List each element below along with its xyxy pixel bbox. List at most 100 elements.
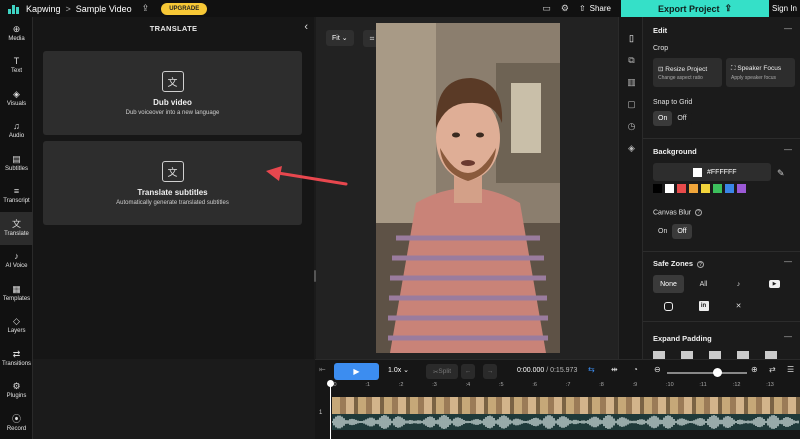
collapse-safe-zones-icon[interactable]: — bbox=[784, 257, 792, 266]
color-swatch[interactable] bbox=[713, 184, 722, 193]
copy-tab-icon[interactable]: ⧉ bbox=[619, 49, 644, 71]
keyframe-icon[interactable]: ⇆ bbox=[588, 365, 595, 374]
rail-item-media[interactable]: ⊕ Media bbox=[0, 17, 33, 50]
rail-item-translate[interactable]: 文 Translate bbox=[0, 212, 33, 245]
linkedin-icon[interactable]: in bbox=[688, 297, 719, 315]
export-project-button[interactable]: Export Project ⇪ bbox=[621, 0, 769, 17]
layers-tab-icon[interactable]: ◈ bbox=[619, 137, 644, 159]
rail-item-audio[interactable]: ♫ Audio bbox=[0, 115, 33, 148]
collapse-edit-icon[interactable]: — bbox=[784, 24, 792, 33]
video-track-clip[interactable] bbox=[332, 397, 800, 414]
frame-tab-icon[interactable]: ▢ bbox=[619, 93, 644, 115]
snap-to-grid-toggle[interactable]: On Off bbox=[653, 111, 692, 126]
share-button[interactable]: ⇧ Share bbox=[579, 4, 611, 13]
pad-right-icon[interactable] bbox=[737, 351, 749, 359]
dub-video-card[interactable]: 文 Dub video Dub voiceover into a new lan… bbox=[43, 51, 302, 135]
transitions-icon: ⇄ bbox=[12, 348, 21, 359]
collapse-background-icon[interactable]: — bbox=[784, 145, 792, 154]
color-swatch[interactable] bbox=[725, 184, 734, 193]
playhead-handle[interactable] bbox=[327, 380, 334, 387]
zoom-out-icon[interactable]: ⊖ bbox=[654, 365, 661, 374]
eyedropper-icon[interactable]: ✎ bbox=[777, 168, 785, 179]
rail-item-transcript[interactable]: ≡ Transcript bbox=[0, 180, 33, 213]
brand-name[interactable]: Kapwing bbox=[26, 4, 61, 14]
play-button[interactable]: ▶ bbox=[334, 363, 379, 380]
fit-timeline-icon[interactable]: ⇹ bbox=[611, 365, 618, 374]
rail-item-label: Visuals bbox=[6, 100, 27, 107]
info-icon[interactable]: ? bbox=[697, 260, 705, 268]
split-button[interactable]: ✂ Split bbox=[426, 364, 458, 379]
color-swatch[interactable] bbox=[665, 184, 674, 193]
edit-tab-icon[interactable]: ▯ bbox=[619, 27, 644, 49]
timer-tab-icon[interactable]: ◷ bbox=[619, 115, 644, 137]
rail-item-plugins[interactable]: ⚙ Plugins bbox=[0, 375, 33, 408]
divider bbox=[643, 321, 800, 322]
rail-item-subtitles[interactable]: ▤ Subtitles bbox=[0, 147, 33, 180]
rail-item-text[interactable]: T Text bbox=[0, 50, 33, 83]
blur-off-option[interactable]: Off bbox=[672, 224, 692, 239]
speaker-focus-button[interactable]: ⛶ Speaker Focus Apply speaker focus bbox=[726, 58, 795, 87]
timeline-menu-icon[interactable]: ☰ bbox=[787, 365, 794, 374]
rail-item-templates[interactable]: ▦ Templates bbox=[0, 277, 33, 310]
loop-icon[interactable]: ◔ bbox=[633, 365, 638, 374]
color-swatch[interactable] bbox=[677, 184, 686, 193]
instagram-icon[interactable] bbox=[653, 297, 684, 315]
rail-item-transitions[interactable]: ⇄ Transitions bbox=[0, 342, 33, 375]
sign-in-link[interactable]: Sign In bbox=[769, 4, 800, 13]
zoom-slider-knob[interactable] bbox=[713, 368, 722, 377]
rail-item-label: Transcript bbox=[3, 198, 30, 205]
playhead-line[interactable] bbox=[330, 382, 331, 439]
blur-on-option[interactable]: On bbox=[653, 224, 672, 239]
background-color-field[interactable]: #FFFFFF bbox=[653, 163, 771, 181]
audio-waveform[interactable] bbox=[332, 414, 800, 430]
rail-item-layers[interactable]: ◇ Layers bbox=[0, 310, 33, 343]
snap-on-option[interactable]: On bbox=[653, 111, 673, 126]
x-icon[interactable]: ✕ bbox=[723, 297, 754, 315]
ruler-tick-label: :12 bbox=[732, 382, 741, 388]
rail-item-visuals[interactable]: ◈ Visuals bbox=[0, 82, 33, 115]
color-swatch[interactable] bbox=[701, 184, 710, 193]
redo-button[interactable]: → bbox=[483, 364, 497, 379]
safe-zone-none[interactable]: None bbox=[653, 275, 684, 293]
project-name[interactable]: Sample Video bbox=[76, 4, 132, 14]
dub-video-subtitle: Dub voiceover into a new language bbox=[125, 109, 220, 116]
undo-button[interactable]: ← bbox=[461, 364, 475, 379]
sidebar-tab-icon[interactable]: ▥ bbox=[619, 71, 644, 93]
pad-left-icon[interactable] bbox=[681, 351, 693, 359]
properties-tab-column: ▯ ⧉ ▥ ▢ ◷ ◈ bbox=[618, 17, 643, 359]
snap-off-option[interactable]: Off bbox=[672, 111, 691, 126]
color-swatch[interactable] bbox=[689, 184, 698, 193]
time-ruler[interactable]: :0:1:2:3:4:5:6:7:8:9:10:11:12:13:14 bbox=[332, 382, 800, 394]
resize-project-button[interactable]: ⊡ Resize Project Change aspect ratio bbox=[653, 58, 722, 87]
zoom-slider-track[interactable] bbox=[667, 372, 747, 374]
upgrade-button[interactable]: UPGRADE bbox=[161, 2, 208, 15]
zoom-in-icon[interactable]: ⊕ bbox=[751, 365, 758, 374]
youtube-icon[interactable]: ▶ bbox=[759, 275, 790, 293]
collapse-panel-icon[interactable]: ‹ bbox=[304, 21, 308, 33]
canvas-blur-label: Canvas Blur? bbox=[653, 209, 703, 216]
color-swatch[interactable] bbox=[653, 184, 662, 193]
pad-center-icon[interactable] bbox=[709, 351, 721, 359]
background-header: Background bbox=[653, 147, 697, 156]
collapse-timeline-icon[interactable]: ⇤ bbox=[319, 365, 326, 374]
swap-icon[interactable]: ⇄ bbox=[769, 365, 776, 374]
rail-item-record[interactable]: ⦿ Record bbox=[0, 407, 33, 439]
safe-zone-all[interactable]: All bbox=[688, 275, 719, 293]
tiktok-icon[interactable]: ♪ bbox=[723, 275, 754, 293]
rail-item-ai-voice[interactable]: ♪ AI Voice bbox=[0, 245, 33, 278]
upload-icon[interactable]: ⇪ bbox=[142, 3, 150, 14]
fit-dropdown[interactable]: Fit ⌄ bbox=[326, 30, 354, 46]
color-swatch[interactable] bbox=[737, 184, 746, 193]
comments-icon[interactable]: ▭ bbox=[542, 3, 551, 14]
canvas-blur-toggle[interactable]: On Off bbox=[653, 224, 692, 239]
music-icon: ♫ bbox=[13, 121, 20, 132]
speed-dropdown[interactable]: 1.0x ⌄ bbox=[388, 366, 409, 374]
pad-top-icon[interactable] bbox=[653, 351, 665, 359]
kapwing-logo-icon[interactable] bbox=[8, 4, 20, 14]
collapse-expand-padding-icon[interactable]: — bbox=[784, 332, 792, 341]
voice-icon: ♪ bbox=[14, 251, 19, 262]
settings-gear-icon[interactable]: ⚙ bbox=[561, 3, 569, 14]
pad-bottom-icon[interactable] bbox=[765, 351, 777, 359]
info-icon[interactable]: ? bbox=[695, 209, 703, 216]
video-preview[interactable] bbox=[376, 23, 560, 353]
